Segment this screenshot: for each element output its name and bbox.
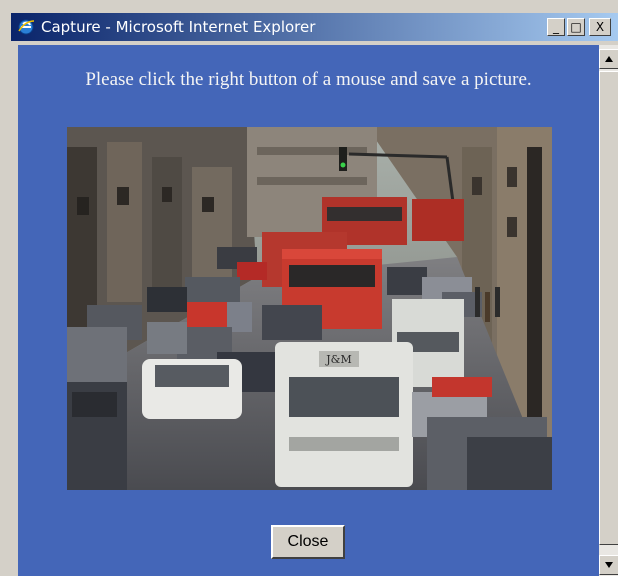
close-window-button[interactable]: X xyxy=(589,18,611,36)
scroll-up-arrow-icon xyxy=(605,56,613,62)
browser-window: Capture - Microsoft Internet Explorer _ … xyxy=(0,0,618,576)
internet-explorer-icon xyxy=(18,19,35,35)
vertical-scrollbar[interactable] xyxy=(599,45,618,576)
scroll-down-arrow-icon xyxy=(605,562,613,568)
scroll-down-button[interactable] xyxy=(599,555,618,575)
scroll-up-button[interactable] xyxy=(599,49,618,69)
title-bar[interactable]: Capture - Microsoft Internet Explorer _ … xyxy=(11,13,618,41)
captured-photo[interactable]: J&M xyxy=(67,127,552,490)
van-sign-text: J&M xyxy=(325,353,351,366)
close-button[interactable]: Close xyxy=(271,525,345,559)
instruction-text: Please click the right button of a mouse… xyxy=(85,69,532,90)
maximize-button[interactable]: □ xyxy=(567,18,585,36)
page-content: Please click the right button of a mouse… xyxy=(18,45,599,576)
minimize-button[interactable]: _ xyxy=(547,18,565,36)
scroll-thumb[interactable] xyxy=(599,71,618,545)
window-title: Capture - Microsoft Internet Explorer xyxy=(41,18,316,36)
